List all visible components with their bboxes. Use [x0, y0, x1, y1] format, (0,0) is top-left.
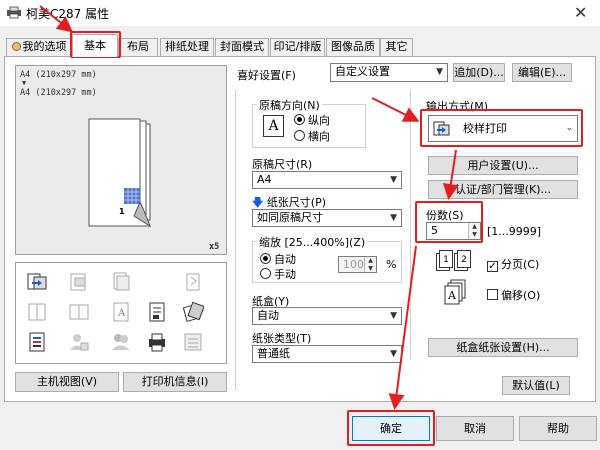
preview-original-size: A4 (210x297 mm) [20, 70, 97, 80]
tab-basic[interactable]: 基本 [72, 34, 118, 57]
original-size-label: 原稿尺寸(R) [252, 158, 313, 171]
add-favorite-button[interactable]: 追加(D)... [453, 63, 505, 82]
portrait-radio[interactable]: 纵向 [294, 112, 330, 128]
tab-stamp-composition[interactable]: 印记/排版 [270, 38, 325, 56]
title-bar: 柯美C287 属性 ✕ [0, 0, 600, 26]
radio-icon [294, 130, 305, 141]
paper-type-label: 纸张类型(T) [252, 332, 312, 345]
collate-pages-icon: 1 2 [436, 249, 474, 273]
zoom-label: 缩放 [25...400%](Z) [257, 234, 368, 250]
tab-layout[interactable]: 布局 [118, 38, 158, 56]
secure-print-icon[interactable] [68, 271, 90, 293]
left-divider [235, 90, 236, 390]
radio-icon [260, 268, 271, 279]
save-box-icon[interactable] [110, 271, 132, 293]
n-up-icon[interactable] [26, 301, 48, 323]
chevron-down-icon: ▼ [390, 349, 397, 359]
cover-page-icon[interactable] [26, 331, 48, 353]
help-button[interactable]: 帮助 [519, 416, 597, 441]
chevron-down-icon: ▼ [390, 175, 397, 185]
staple-icon[interactable] [182, 301, 204, 323]
page-edit-icon[interactable] [146, 301, 168, 323]
preview-arrow: ▼ [22, 79, 27, 87]
printer-status-icon[interactable] [146, 331, 168, 353]
department-icon[interactable] [110, 331, 132, 353]
orientation-glyph: A [263, 115, 284, 137]
favorites-select[interactable]: 自定义设置 ▼ [330, 63, 448, 82]
offset-checkbox[interactable]: 偏移(O) [487, 287, 540, 303]
cancel-button[interactable]: 取消 [436, 416, 514, 441]
preview-paper-size: A4 (210x297 mm) [20, 88, 97, 98]
document-pages-icon [88, 118, 151, 228]
zoom-unit: % [386, 258, 397, 271]
paper-type-select[interactable]: 普通纸 ▼ [252, 345, 402, 363]
tab-my-options[interactable]: 我的选项 [6, 38, 72, 56]
printer-info-button[interactable]: 打印机信息(I) [123, 372, 227, 392]
user-icon [11, 42, 21, 51]
printer-view-button[interactable]: 主机视图(V) [15, 372, 119, 392]
auth-management-button[interactable]: 认证/部门管理(K)... [428, 180, 578, 199]
paper-tray-select[interactable]: 自动 ▼ [252, 307, 402, 325]
spinner-arrows-icon[interactable]: ▲ ▼ [364, 257, 376, 272]
proof-print-icon[interactable] [26, 271, 48, 293]
watermark-icon[interactable]: A [110, 301, 132, 323]
zoom-value-input[interactable]: 100 ▲ ▼ [338, 256, 377, 273]
highlight-copies [415, 201, 483, 243]
copies-range: [1...9999] [487, 225, 542, 238]
edit-favorite-button[interactable]: 编辑(E)... [512, 63, 572, 82]
user-settings-button[interactable]: 用户设置(U)... [428, 156, 578, 175]
chevron-down-icon: ▼ [436, 67, 443, 77]
tab-finishing[interactable]: 排纸处理 [160, 38, 214, 56]
checkbox-icon [487, 289, 498, 300]
zoom-auto-radio[interactable]: 自动 [260, 251, 296, 267]
close-icon[interactable]: ✕ [574, 3, 587, 22]
tray-info-icon[interactable] [182, 331, 204, 353]
chevron-down-icon: ▼ [390, 213, 397, 223]
highlight-ok-button [347, 410, 435, 446]
tab-image-quality[interactable]: 图像品质 [326, 38, 380, 56]
orientation-label: 原稿方向(N) [257, 97, 322, 113]
zoom-manual-radio[interactable]: 手动 [260, 266, 296, 282]
favorites-label: 喜好设置(F) [237, 69, 296, 82]
tab-other[interactable]: 其它 [380, 38, 413, 56]
svg-text:A: A [447, 289, 457, 302]
printer-icon [7, 6, 21, 19]
checkmark-icon: ✓ [487, 261, 498, 272]
highlight-output-method [420, 109, 583, 147]
svg-text:A: A [117, 308, 126, 319]
paper-size-select[interactable]: 如同原稿尺寸 ▼ [252, 209, 402, 227]
preview-page-number: 1 [119, 207, 125, 216]
function-icon-grid: A [15, 262, 227, 364]
window-title: 柯美C287 属性 [26, 7, 110, 21]
radio-selected-icon [294, 114, 305, 125]
collate-checkbox[interactable]: ✓ 分页(C) [487, 256, 539, 272]
original-size-select[interactable]: A4 ▼ [252, 171, 402, 189]
preview-copies-badge: x5 [209, 242, 220, 252]
chevron-down-icon: ▼ [390, 311, 397, 321]
landscape-radio[interactable]: 横向 [294, 128, 330, 144]
offset-stack-icon: A [444, 279, 466, 305]
tab-cover-mode[interactable]: 封面模式 [215, 38, 269, 56]
tray-paper-settings-button[interactable]: 纸盒纸张设置(H)... [428, 338, 578, 357]
user-auth-icon[interactable] [68, 331, 90, 353]
rotate-page-icon[interactable] [182, 271, 204, 293]
right-divider [410, 90, 411, 360]
radio-selected-icon [260, 253, 271, 264]
print-preview: A4 (210x297 mm) ▼ A4 (210x297 mm) 1 x5 [15, 65, 227, 255]
defaults-button[interactable]: 默认值(L) [502, 376, 570, 395]
down-arrow-icon: 🡇 [252, 196, 264, 209]
booklet-icon[interactable] [68, 301, 90, 323]
